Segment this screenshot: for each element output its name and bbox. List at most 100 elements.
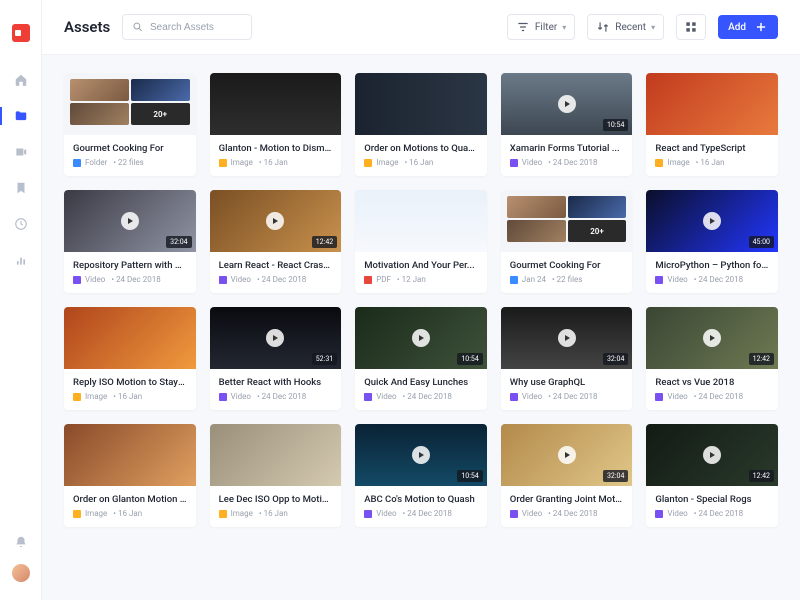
asset-date: 16 Jan [111,509,142,518]
nav-video-icon[interactable] [13,144,29,160]
asset-title: Reply ISO Motion to Stay Pe... [73,377,187,388]
asset-thumbnail: 32:04 [64,190,196,252]
notifications-icon[interactable] [13,534,29,550]
asset-title: Better React with Hooks [219,377,333,388]
asset-card[interactable]: 20+Gourmet Cooking ForFolder22 files [64,73,196,176]
add-button[interactable]: Add [718,15,778,39]
grid-icon [684,20,698,34]
asset-card[interactable]: 10:54ABC Co's Motion to QuashVideo24 Dec… [355,424,487,527]
plus-icon [754,20,768,34]
duration-badge: 32:04 [166,236,191,248]
duration-badge: 45:00 [749,236,774,248]
asset-title: Order on Glanton Motion to... [73,494,187,505]
asset-card[interactable]: Order on Motions to Quash (...Image16 Ja… [355,73,487,176]
pdf-type-icon [364,276,372,284]
sort-icon [596,20,610,34]
video-type-icon [510,510,518,518]
asset-title: Gourmet Cooking For [73,143,187,154]
image-type-icon [73,510,81,518]
asset-thumbnail: 20+ [64,73,196,135]
asset-thumbnail: 45:00 [646,190,778,252]
asset-title: Why use GraphQL [510,377,624,388]
asset-card[interactable]: 10:54Quick And Easy LunchesVideo24 Dec 2… [355,307,487,410]
asset-date: 24 Dec 2018 [692,275,743,284]
asset-type-label: Image [376,158,398,167]
asset-thumbnail: 10:54 [501,73,633,135]
asset-card[interactable]: 32:04Order Granting Joint MotionVideo24 … [501,424,633,527]
asset-thumbnail: 32:04 [501,307,633,369]
user-avatar[interactable] [12,564,30,582]
search-input[interactable] [150,22,242,33]
search-input-wrapper[interactable] [122,14,252,40]
play-icon [703,329,721,347]
asset-date: 16 Jan [402,158,433,167]
folder-type-icon [73,159,81,167]
asset-card[interactable]: Lee Dec ISO Opp to MotionImage16 Jan [210,424,342,527]
nav-folder-icon[interactable] [13,108,29,124]
asset-card[interactable]: 12:42Glanton - Special RogsVideo24 Dec 2… [646,424,778,527]
play-icon [558,329,576,347]
asset-type-label: Video [231,275,251,284]
asset-card[interactable]: Reply ISO Motion to Stay Pe...Image16 Ja… [64,307,196,410]
asset-card[interactable]: 52:31Better React with HooksVideo24 Dec … [210,307,342,410]
asset-date: 16 Jan [111,392,142,401]
folder-type-icon [510,276,518,284]
asset-card[interactable]: 32:04Repository Pattern with C# ...Video… [64,190,196,293]
asset-card[interactable]: 10:54Xamarin Forms Tutorial ...Video24 D… [501,73,633,176]
folder-count-badge: 20+ [131,103,190,125]
sort-button[interactable]: Recent ▾ [587,14,664,40]
asset-title: Order Granting Joint Motion [510,494,624,505]
asset-date: 24 Dec 2018 [255,392,306,401]
play-icon [558,95,576,113]
asset-date: 24 Dec 2018 [546,158,597,167]
asset-type-label: Video [667,509,687,518]
asset-card[interactable]: Motivation And Your Per...PDF12 Jan [355,190,487,293]
asset-card[interactable]: 12:42React vs Vue 2018Video24 Dec 2018 [646,307,778,410]
asset-card[interactable]: 20+Gourmet Cooking ForJan 2422 files [501,190,633,293]
asset-card[interactable]: 32:04Why use GraphQLVideo24 Dec 2018 [501,307,633,410]
asset-thumbnail: 52:31 [210,307,342,369]
asset-card[interactable]: Order on Glanton Motion to... Image 16 Jan [64,424,196,527]
asset-type-label: Image [85,509,107,518]
asset-thumbnail: 12:42 [646,424,778,486]
video-type-icon [364,510,372,518]
filter-label: Filter [535,22,557,33]
nav-stats-icon[interactable] [13,252,29,268]
sort-label: Recent [615,22,646,33]
video-type-icon [73,276,81,284]
asset-date: 24 Dec 2018 [401,392,452,401]
add-label: Add [728,22,746,33]
app-logo[interactable] [12,24,30,42]
asset-card[interactable]: Glanton - Motion to Dismiss...Image16 Ja… [210,73,342,176]
duration-badge: 12:42 [749,353,774,365]
asset-card[interactable]: React and TypeScriptImage16 Jan [646,73,778,176]
nav-home-icon[interactable] [13,72,29,88]
asset-title: Glanton - Motion to Dismiss... [219,143,333,154]
image-type-icon [219,159,227,167]
asset-thumbnail [64,424,196,486]
image-type-icon [364,159,372,167]
asset-date: 22 files [111,158,143,167]
asset-thumbnail [355,190,487,252]
page-title: Assets [64,18,110,36]
duration-badge: 10:54 [457,470,482,482]
duration-badge: 52:31 [312,353,337,365]
asset-card[interactable]: 12:42Learn React - React Crash ...Video2… [210,190,342,293]
play-icon [412,446,430,464]
video-type-icon [219,276,227,284]
asset-grid: 20+Gourmet Cooking ForFolder22 filesGlan… [64,73,778,527]
asset-thumbnail: 20+ [501,190,633,252]
duration-badge: 10:54 [603,119,628,131]
asset-type-label: Image [231,509,253,518]
duration-badge: 32:04 [603,353,628,365]
grid-view-button[interactable] [676,14,706,40]
nav-clock-icon[interactable] [13,216,29,232]
asset-date: 24 Dec 2018 [401,509,452,518]
asset-thumbnail: 32:04 [501,424,633,486]
nav-bookmark-icon[interactable] [13,180,29,196]
asset-card[interactable]: 45:00MicroPython – Python for ...Video24… [646,190,778,293]
video-type-icon [655,393,663,401]
video-type-icon [364,393,372,401]
filter-button[interactable]: Filter ▾ [507,14,575,40]
duration-badge: 32:04 [603,470,628,482]
